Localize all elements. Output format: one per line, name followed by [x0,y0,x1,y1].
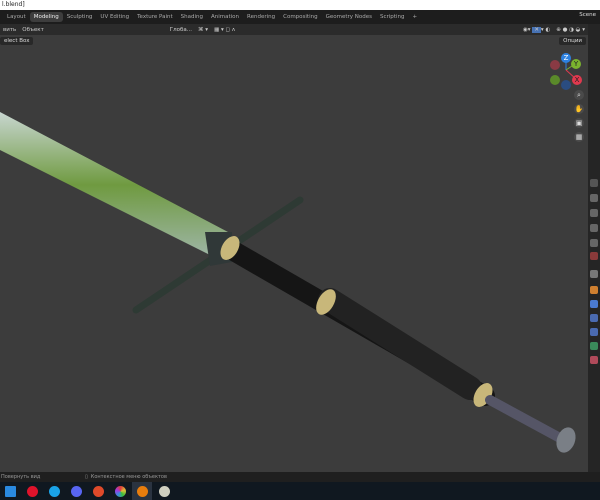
viewport-header: вить Объект Глоба... ⌘ ▾ ▦ ▾ ◻ ʌ ◉▾ ✕ ▾ ◐… [0,24,588,35]
window-title: l.blend] [0,0,600,10]
mouse-icon: ▯ [85,474,88,480]
options-dropdown[interactable]: Опции [559,36,586,45]
gizmo-neg-z[interactable] [561,80,571,90]
camera-icon[interactable]: ▣ [574,118,584,128]
proportional-edit-icon[interactable]: ▦ ▾ ◻ ʌ [211,27,238,33]
taskbar-photos[interactable] [110,482,130,500]
blender-icon [136,485,148,497]
opera-icon [26,485,38,497]
3d-viewport[interactable] [0,24,588,472]
sword-blade [0,112,228,258]
tab-layout[interactable]: Layout [3,12,30,22]
viewport-toolbar: elect Box Опции [0,35,588,46]
taskbar-skype[interactable] [44,482,64,500]
material-properties-icon[interactable] [590,356,598,364]
tab-shading[interactable]: Shading [177,12,207,22]
add-workspace-button[interactable]: + [408,12,421,22]
view-layer-icon[interactable] [590,224,598,232]
select-box-dropdown[interactable]: elect Box [0,36,34,45]
tab-texture-paint[interactable]: Texture Paint [133,12,177,22]
tab-geometry-nodes[interactable]: Geometry Nodes [322,12,376,22]
snap-icon[interactable]: ⌘ ▾ [195,27,211,33]
gizmo-neg-x[interactable] [550,60,560,70]
gizmo-neg-y[interactable] [550,75,560,85]
render-properties-icon[interactable] [590,194,598,202]
physics-icon[interactable] [590,328,598,336]
tab-rendering[interactable]: Rendering [243,12,279,22]
status-rotate-view: Повернуть вид [1,474,41,480]
gizmo-x-axis[interactable]: X [572,75,582,85]
taskbar-blender[interactable] [132,482,152,500]
app-icon [92,485,104,497]
navigation-gizmo[interactable]: Z Y X [548,52,584,90]
zoom-icon[interactable]: ⌕ [574,90,584,100]
skype-icon [48,485,60,497]
data-properties-icon[interactable] [590,342,598,350]
scene-selector[interactable]: Scene [579,12,596,18]
sword-model [0,112,576,453]
status-context-menu: Контекстное меню объектов [90,474,167,480]
taskbar-paint[interactable] [154,482,174,500]
taskbar [0,482,600,500]
sword-pommel [485,395,565,443]
output-properties-icon[interactable] [590,209,598,217]
gizmo-y-axis[interactable]: Y [571,59,581,69]
gizmo-z-axis[interactable]: Z [561,53,571,63]
overlay-icons[interactable]: ◉▾ ✕ ▾ ◐ [520,26,553,33]
pan-hand-icon[interactable]: ✋ [574,104,584,114]
taskbar-discord[interactable] [66,482,86,500]
tab-sculpting[interactable]: Sculpting [63,12,97,22]
scene-properties-icon[interactable] [590,239,598,247]
tab-modeling[interactable]: Modeling [29,12,63,22]
transform-orientation-dropdown[interactable]: Глоба... [167,27,195,33]
mail-icon [4,485,16,497]
photos-icon [114,485,126,497]
paint-icon [158,485,170,497]
status-bar: Повернуть вид ▯ Контекстное меню объекто… [0,472,600,482]
tab-uv-editing[interactable]: UV Editing [96,12,133,22]
workspace-tabs: Layout Modeling Sculpting UV Editing Tex… [0,10,600,24]
taskbar-mail[interactable] [0,482,20,500]
taskbar-app[interactable] [88,482,108,500]
grid-ortho-icon[interactable]: ▦ [574,132,584,142]
menu-object[interactable]: Объект [19,27,47,33]
tab-compositing[interactable]: Compositing [279,12,321,22]
tab-scripting[interactable]: Scripting [376,12,408,22]
tab-animation[interactable]: Animation [207,12,243,22]
shading-modes[interactable]: ⊕ ● ◑ ◒ ▾ [553,27,588,33]
particles-icon[interactable] [590,314,598,322]
properties-sidebar [588,24,600,472]
menu-add[interactable]: вить [0,27,19,33]
object-properties-icon[interactable] [590,286,598,294]
tool-properties-icon[interactable] [590,179,598,187]
discord-icon [70,485,82,497]
taskbar-opera[interactable] [22,482,42,500]
modifier-properties-icon[interactable] [590,300,598,308]
world-properties-icon[interactable] [590,252,598,260]
collection-properties-icon[interactable] [590,270,598,278]
